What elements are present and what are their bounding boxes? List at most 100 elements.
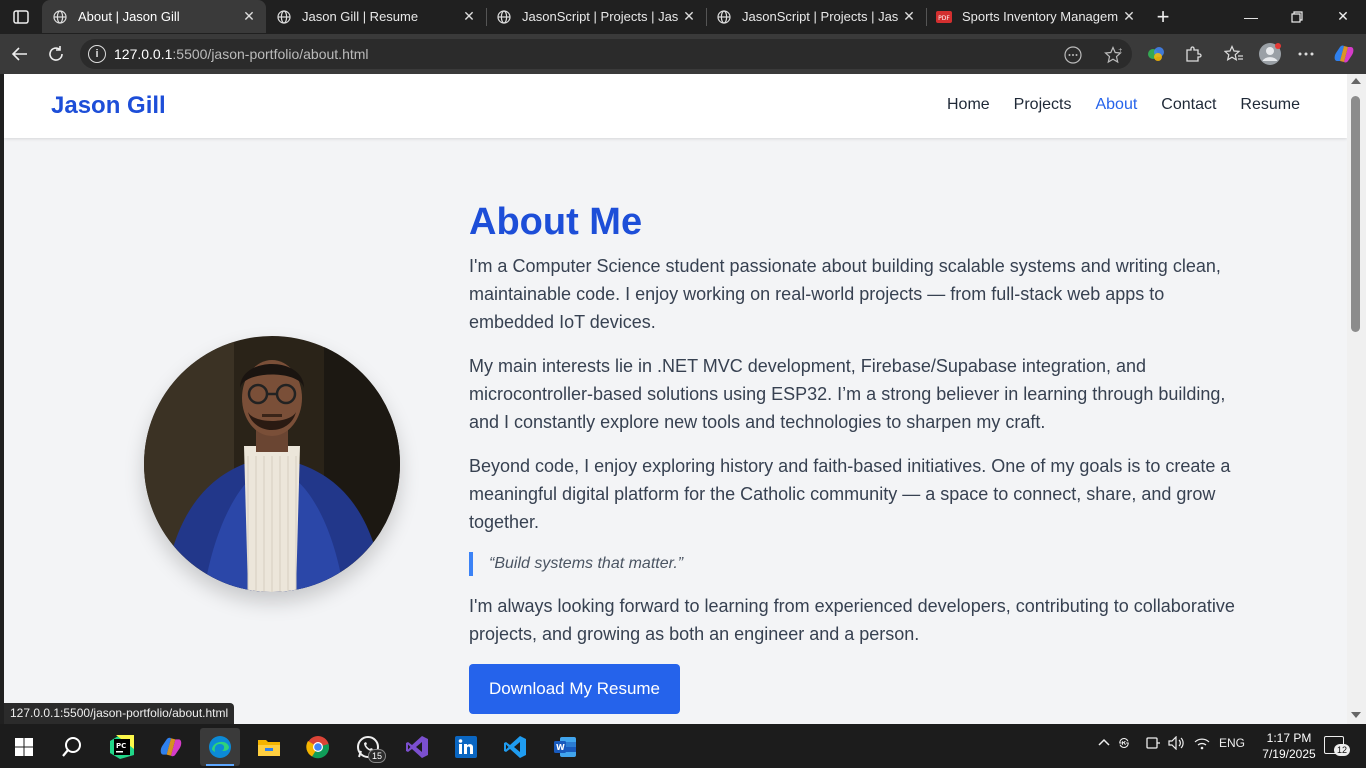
tab-about[interactable]: About | Jason Gill ✕ bbox=[42, 0, 266, 33]
close-icon[interactable]: ✕ bbox=[898, 6, 920, 28]
search-icon bbox=[62, 737, 81, 757]
close-icon[interactable]: ✕ bbox=[458, 6, 480, 28]
download-resume-button[interactable]: Download My Resume bbox=[469, 664, 681, 714]
refresh-icon bbox=[49, 46, 63, 61]
taskbar-file-explorer[interactable] bbox=[249, 728, 289, 766]
device-icon[interactable] bbox=[1145, 736, 1161, 753]
tab-resume[interactable]: Jason Gill | Resume ✕ bbox=[266, 0, 486, 33]
page-viewport: Jason Gill Home Projects About Contact R… bbox=[4, 74, 1347, 724]
close-icon[interactable]: ✕ bbox=[1118, 6, 1140, 28]
about-paragraph-3: Beyond code, I enjoy exploring history a… bbox=[469, 456, 1231, 532]
chrome-icon bbox=[306, 736, 330, 759]
show-hidden-icons-icon[interactable] bbox=[1098, 736, 1110, 750]
linkedin-icon bbox=[455, 736, 477, 758]
close-window-button[interactable]: ✕ bbox=[1320, 0, 1366, 33]
clock-time: 1:17 PM bbox=[1266, 731, 1312, 745]
globe-icon bbox=[716, 9, 732, 25]
globe-icon bbox=[276, 9, 292, 25]
favorite-star-icon[interactable]: + bbox=[1102, 44, 1124, 66]
url-text[interactable]: 127.0.0.1:5500/jason-portfolio/about.htm… bbox=[114, 46, 369, 62]
tab-actions-button[interactable] bbox=[8, 5, 34, 29]
close-icon: ✕ bbox=[1337, 8, 1349, 24]
svg-text:W: W bbox=[556, 743, 565, 752]
back-button[interactable] bbox=[6, 40, 34, 68]
pdf-icon: PDF bbox=[936, 9, 952, 25]
tab-actions-icon bbox=[13, 10, 29, 24]
tab-title: Jason Gill | Resume bbox=[302, 9, 419, 24]
plus-icon: + bbox=[1156, 4, 1170, 29]
tab-title: About | Jason Gill bbox=[78, 9, 180, 24]
address-bar-row: i 127.0.0.1:5500/jason-portfolio/about.h… bbox=[0, 34, 1366, 74]
svg-text:PDF: PDF bbox=[938, 15, 950, 22]
taskbar-edge[interactable] bbox=[200, 728, 240, 766]
nav-link-contact[interactable]: Contact bbox=[1161, 96, 1216, 114]
taskbar-visual-studio[interactable] bbox=[397, 728, 437, 766]
settings-more-icon[interactable] bbox=[1292, 40, 1320, 68]
copilot-icon bbox=[160, 737, 182, 757]
tab-title: Sports Inventory Management bbox=[962, 9, 1118, 24]
taskbar-whatsapp[interactable]: 15 bbox=[348, 728, 388, 766]
language-indicator[interactable]: ENG bbox=[1219, 736, 1245, 750]
globe-icon bbox=[496, 9, 512, 25]
restore-button[interactable] bbox=[1274, 0, 1320, 33]
svg-text:㉿: ㉿ bbox=[1119, 737, 1129, 750]
profile-avatar-icon[interactable] bbox=[1256, 40, 1284, 68]
svg-text:+: + bbox=[1118, 47, 1122, 54]
nav-link-home[interactable]: Home bbox=[947, 96, 990, 114]
back-arrow-icon bbox=[11, 47, 27, 61]
taskbar-word[interactable]: W bbox=[545, 728, 585, 766]
about-heading: About Me bbox=[469, 201, 643, 243]
vscode-icon bbox=[504, 736, 526, 758]
pycharm-icon: PC bbox=[110, 735, 134, 759]
start-button[interactable] bbox=[4, 728, 44, 766]
site-brand[interactable]: Jason Gill bbox=[51, 92, 166, 120]
site-nav-links: Home Projects About Contact Resume bbox=[947, 96, 1300, 114]
taskbar-chrome[interactable] bbox=[298, 728, 338, 766]
tab-title: JasonScript | Projects | Jason G bbox=[742, 9, 898, 24]
globe-icon bbox=[52, 9, 68, 25]
about-paragraph-2: My main interests lie in .NET MVC develo… bbox=[469, 356, 1226, 432]
about-quote: “Build systems that matter.” bbox=[469, 552, 1239, 576]
edge-icon bbox=[209, 736, 231, 758]
scroll-down-arrow-icon[interactable] bbox=[1351, 712, 1361, 718]
taskbar-vscode[interactable] bbox=[495, 728, 535, 766]
extension-colorful-icon[interactable] bbox=[1142, 40, 1170, 68]
new-tab-button[interactable]: + bbox=[1150, 4, 1176, 30]
taskbar-search-button[interactable] bbox=[52, 728, 92, 766]
wifi-icon[interactable] bbox=[1194, 736, 1210, 753]
page-scrollbar[interactable] bbox=[1347, 74, 1366, 724]
site-info-icon[interactable]: i bbox=[88, 45, 106, 63]
scrollbar-thumb[interactable] bbox=[1351, 96, 1360, 332]
volume-icon[interactable] bbox=[1168, 735, 1186, 753]
file-explorer-icon bbox=[258, 740, 280, 756]
favorites-icon[interactable] bbox=[1220, 40, 1248, 68]
url-path: :5500/jason-portfolio/about.html bbox=[172, 46, 369, 62]
copilot-icon[interactable] bbox=[1330, 40, 1358, 68]
more-options-icon[interactable] bbox=[1062, 44, 1084, 66]
link-status-url: 127.0.0.1:5500/jason-portfolio/about.htm… bbox=[4, 703, 235, 724]
extensions-puzzle-icon[interactable] bbox=[1179, 40, 1207, 68]
visual-studio-icon bbox=[406, 736, 428, 758]
svg-text:PC: PC bbox=[116, 742, 126, 750]
minimize-button[interactable]: — bbox=[1228, 0, 1274, 33]
address-bar[interactable]: i 127.0.0.1:5500/jason-portfolio/about.h… bbox=[80, 39, 1132, 69]
profile-photo bbox=[144, 336, 400, 592]
taskbar-linkedin[interactable] bbox=[446, 728, 486, 766]
tab-projects-2[interactable]: JasonScript | Projects | Jason G ✕ bbox=[706, 0, 926, 33]
refresh-button[interactable] bbox=[42, 40, 70, 68]
nav-link-about[interactable]: About bbox=[1095, 96, 1137, 114]
ime-icon[interactable]: ㉿ bbox=[1119, 736, 1137, 753]
clock-date: 7/19/2025 bbox=[1262, 747, 1316, 761]
notification-count-badge: 12 bbox=[1334, 744, 1351, 756]
taskbar-copilot[interactable] bbox=[151, 728, 191, 766]
windows-taskbar: PC 15 W ㉿ ENG 1:17 PM 7/19/2025 12 bbox=[0, 724, 1366, 768]
tab-sports-inventory[interactable]: PDF Sports Inventory Management ✕ bbox=[926, 0, 1146, 33]
close-icon[interactable]: ✕ bbox=[238, 6, 260, 28]
taskbar-pycharm[interactable]: PC bbox=[102, 728, 142, 766]
tab-projects-1[interactable]: JasonScript | Projects | Jason G ✕ bbox=[486, 0, 706, 33]
close-icon[interactable]: ✕ bbox=[678, 6, 700, 28]
nav-link-projects[interactable]: Projects bbox=[1014, 96, 1072, 114]
scroll-up-arrow-icon[interactable] bbox=[1351, 78, 1361, 84]
nav-link-resume[interactable]: Resume bbox=[1240, 96, 1300, 114]
taskbar-clock[interactable]: 1:17 PM 7/19/2025 bbox=[1256, 730, 1322, 762]
